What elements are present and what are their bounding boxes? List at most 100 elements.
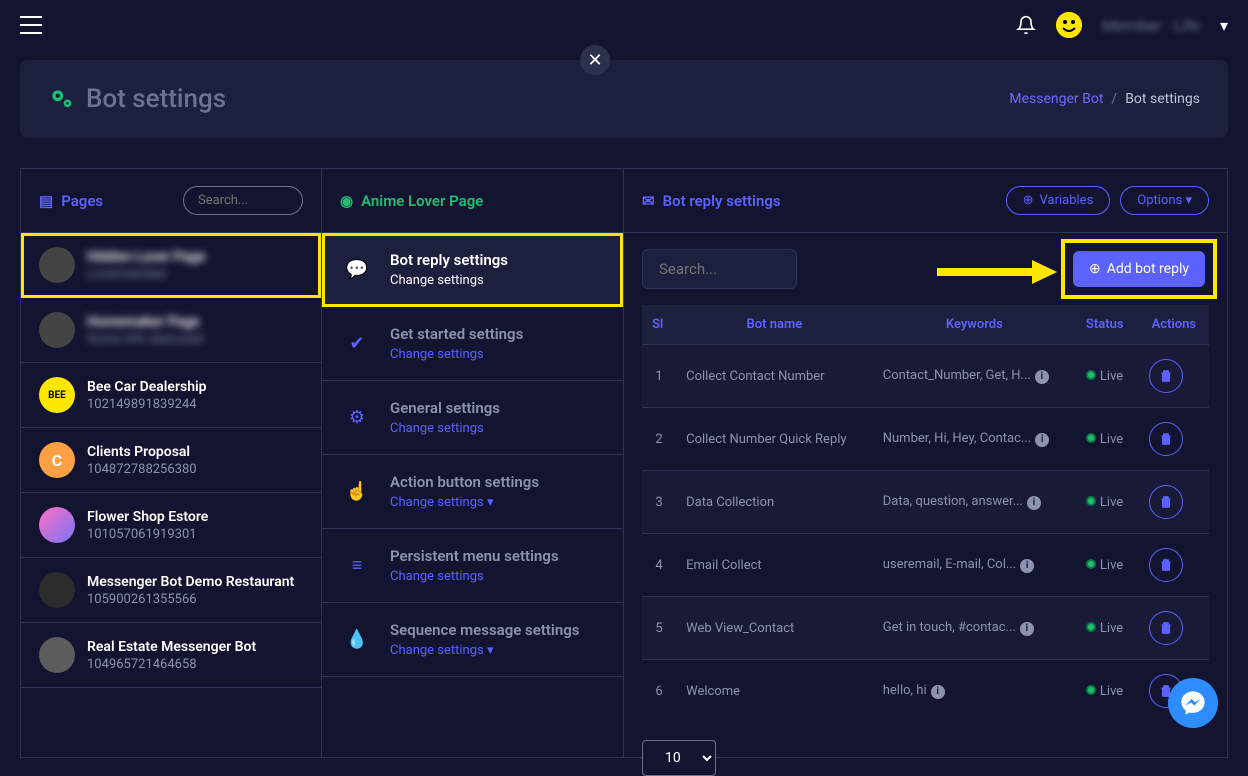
settings-item[interactable]: ⚙ General settingsChange settings: [322, 381, 623, 455]
info-icon[interactable]: i: [1027, 496, 1041, 510]
cell-actions: [1139, 345, 1209, 408]
page-item[interactable]: Hidden Lover Page Lovermember: [21, 233, 321, 298]
check-icon: ✔: [342, 329, 372, 359]
cell-sl: 3: [642, 471, 676, 534]
pages-panel: ▤ Pages Hidden Lover Page Lovermember Hom…: [20, 168, 322, 758]
bot-reply-title: ✉ Bot reply settings: [642, 192, 781, 210]
th-sl[interactable]: Sl: [642, 305, 676, 345]
setting-link[interactable]: Change settings: [390, 273, 508, 288]
facebook-icon: ◉: [340, 192, 353, 210]
user-avatar[interactable]: [1056, 12, 1082, 38]
page-item[interactable]: Real Estate Messenger Bot104965721464658: [21, 623, 321, 688]
page-name: Homemaker Page: [87, 314, 203, 330]
th-status[interactable]: Status: [1076, 305, 1139, 345]
setting-link[interactable]: Change settings ▾: [390, 495, 539, 510]
info-icon[interactable]: i: [1035, 370, 1049, 384]
cell-actions: [1139, 408, 1209, 471]
highlight-arrow: [937, 257, 1057, 287]
cell-status: Live: [1076, 660, 1139, 723]
settings-item[interactable]: ✔ Get started settingsChange settings: [322, 307, 623, 381]
messenger-fab[interactable]: [1168, 678, 1218, 728]
page-name: Flower Shop Estore: [87, 509, 208, 525]
options-button[interactable]: Options ▾: [1120, 186, 1209, 215]
page-item[interactable]: Messenger Bot Demo Restaurant10590026135…: [21, 558, 321, 623]
gears-icon: [48, 86, 74, 112]
cell-actions: [1139, 597, 1209, 660]
row-action-button[interactable]: [1149, 548, 1183, 582]
user-menu-caret[interactable]: ▾: [1220, 16, 1228, 35]
settings-item[interactable]: ☝ Action button settingsChange settings …: [322, 455, 623, 529]
settings-panel: ◉ Anime Lover Page 💬 Bot reply settingsC…: [322, 168, 624, 758]
close-icon[interactable]: ✕: [580, 45, 610, 75]
pages-search-input[interactable]: [183, 186, 303, 215]
cell-bot-name: Welcome: [676, 660, 873, 723]
bot-reply-table: Sl Bot name Keywords Status Actions 1 Co…: [642, 305, 1209, 722]
breadcrumb-link[interactable]: Messenger Bot: [1009, 91, 1103, 107]
page-item[interactable]: C Clients Proposal 104872788256380: [21, 428, 321, 493]
gear-icon: ⚙: [342, 403, 372, 433]
cell-sl: 4: [642, 534, 676, 597]
setting-link[interactable]: Change settings ▾: [390, 643, 579, 658]
settings-item[interactable]: ≡ Persistent menu settingsChange setting…: [322, 529, 623, 603]
add-bot-reply-button[interactable]: ⊕Add bot reply: [1073, 251, 1205, 287]
info-icon[interactable]: i: [1020, 559, 1034, 573]
page-id: 104872788256380: [87, 462, 197, 477]
drop-icon: 💧: [342, 625, 372, 655]
settings-item[interactable]: 💬 Bot reply settingsChange settings: [322, 233, 623, 307]
th-bot[interactable]: Bot name: [676, 305, 873, 345]
row-action-button[interactable]: [1149, 422, 1183, 456]
row-action-button[interactable]: [1149, 611, 1183, 645]
variables-button[interactable]: ⊕Variables: [1006, 186, 1111, 215]
menu-toggle[interactable]: [20, 16, 42, 34]
pointer-icon: ☝: [342, 477, 372, 507]
page-item[interactable]: Homemaker Page Some info obscured: [21, 298, 321, 363]
page-avatar: C: [39, 442, 75, 478]
table-row: 6 Welcome hello, hii Live: [642, 660, 1209, 723]
pages-icon: ▤: [39, 192, 53, 210]
setting-title: Persistent menu settings: [390, 547, 559, 565]
cell-keywords: Data, question, answer...i: [873, 471, 1076, 534]
page-id: 102149891839244: [87, 397, 207, 412]
page-name: Hidden Lover Page: [87, 249, 205, 265]
th-actions[interactable]: Actions: [1139, 305, 1209, 345]
cell-sl: 5: [642, 597, 676, 660]
info-icon[interactable]: i: [931, 685, 945, 699]
pages-title: ▤ Pages: [39, 192, 103, 210]
page-title: Bot settings: [48, 84, 226, 114]
row-action-button[interactable]: [1149, 485, 1183, 519]
page-name: Bee Car Dealership: [87, 379, 207, 395]
table-row: 4 Email Collect useremail, E-mail, Col..…: [642, 534, 1209, 597]
notifications-icon[interactable]: [1016, 15, 1036, 35]
setting-title: Bot reply settings: [390, 251, 508, 269]
cell-bot-name: Email Collect: [676, 534, 873, 597]
page-id: Lovermember: [87, 267, 205, 282]
setting-link[interactable]: Change settings: [390, 421, 500, 436]
settings-item[interactable]: 💧 Sequence message settings Change settin…: [322, 603, 623, 677]
bot-reply-search-input[interactable]: [642, 249, 797, 289]
page-avatar: [39, 637, 75, 673]
cell-status: Live: [1076, 471, 1139, 534]
setting-link[interactable]: Change settings: [390, 569, 559, 584]
cell-sl: 6: [642, 660, 676, 723]
cell-status: Live: [1076, 534, 1139, 597]
setting-link[interactable]: Change settings: [390, 347, 523, 362]
th-keywords[interactable]: Keywords: [873, 305, 1076, 345]
info-icon[interactable]: i: [1020, 622, 1034, 636]
page-avatar: [39, 247, 75, 283]
row-action-button[interactable]: [1149, 359, 1183, 393]
table-row: 5 Web View_Contact Get in touch, #contac…: [642, 597, 1209, 660]
page-item[interactable]: Flower Shop Estore101057061919301: [21, 493, 321, 558]
page-item[interactable]: BEE Bee Car Dealership102149891839244: [21, 363, 321, 428]
cell-bot-name: Web View_Contact: [676, 597, 873, 660]
page-title-text: Bot settings: [86, 84, 226, 114]
info-icon[interactable]: i: [1035, 433, 1049, 447]
page-name: Clients Proposal: [87, 444, 197, 460]
breadcrumb: Messenger Bot / Bot settings: [1009, 91, 1200, 107]
page-name: Real Estate Messenger Bot: [87, 639, 256, 655]
setting-title: Sequence message settings: [390, 621, 579, 639]
cell-keywords: Get in touch, #contac...i: [873, 597, 1076, 660]
table-row: 2 Collect Number Quick Reply Number, Hi,…: [642, 408, 1209, 471]
page-id: Some info obscured: [87, 332, 203, 347]
selected-page-title: ◉ Anime Lover Page: [340, 192, 483, 210]
page-size-select[interactable]: 10: [642, 740, 716, 776]
